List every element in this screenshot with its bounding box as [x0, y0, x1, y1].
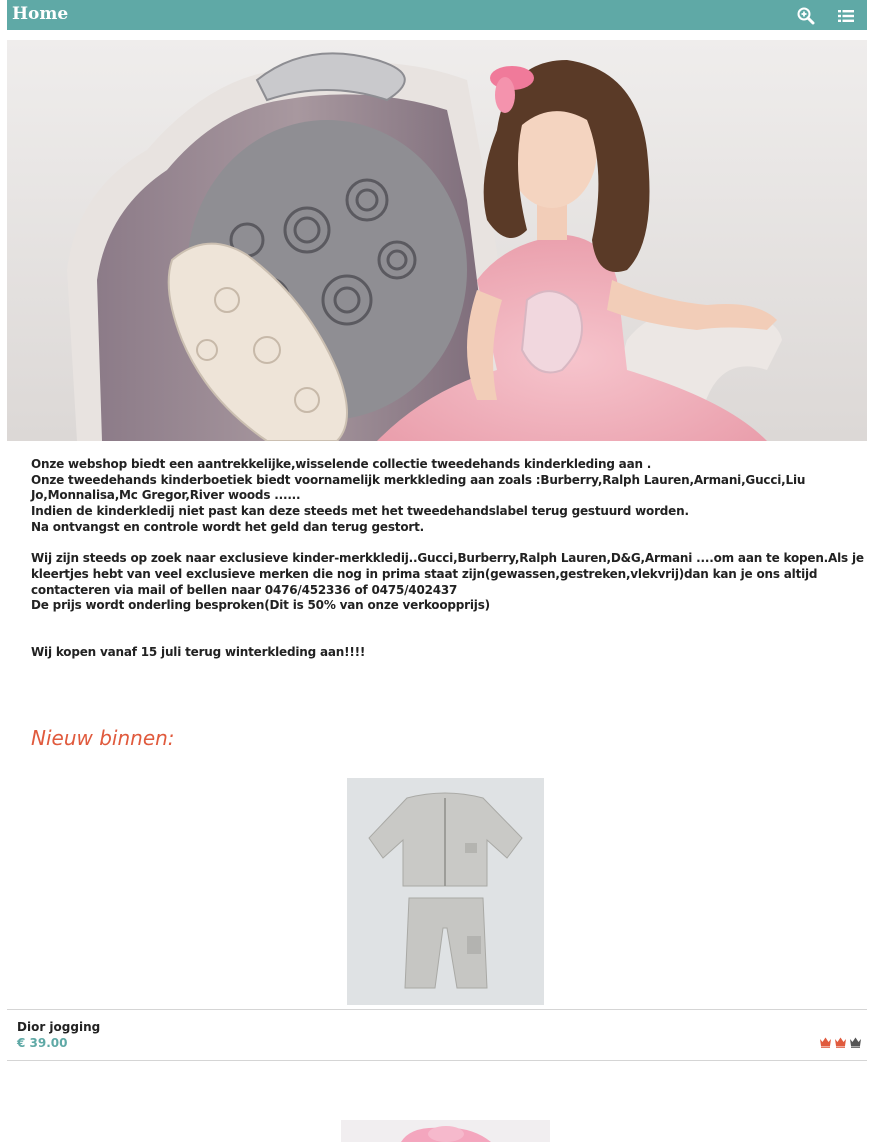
product-rating	[819, 1036, 862, 1048]
divider	[7, 1060, 867, 1061]
list-menu-icon[interactable]	[837, 7, 855, 25]
intro-line: Wij kopen vanaf 15 juli terug winterkled…	[31, 645, 366, 660]
intro-line: Onze webshop biedt een aantrekkelijke,wi…	[31, 457, 652, 471]
top-navigation-bar: Home	[7, 0, 867, 30]
intro-line: Wij zijn steeds op zoek naar exclusieve …	[31, 551, 864, 597]
zoom-in-icon[interactable]	[797, 7, 815, 25]
crown-icon	[820, 1037, 831, 1048]
page-title[interactable]: Home	[12, 4, 68, 24]
new-in-heading: Nieuw binnen:	[31, 726, 175, 750]
hero-banner-image	[7, 40, 867, 441]
intro-line: Indien de kinderkledij niet past kan dez…	[31, 504, 689, 519]
product-name[interactable]: Dior jogging	[17, 1020, 100, 1034]
crown-icon	[835, 1037, 846, 1048]
product-image[interactable]	[347, 778, 544, 1005]
intro-text: Onze webshop biedt een aantrekkelijke,wi…	[31, 457, 876, 661]
intro-line: Na ontvangst en controle wordt het geld …	[31, 519, 424, 534]
product-price: € 39.00	[17, 1036, 68, 1050]
divider	[7, 1009, 867, 1010]
intro-line: De prijs wordt onderling besproken(Dit i…	[31, 598, 490, 613]
intro-line: Onze tweedehands kinderboetiek biedt voo…	[31, 472, 806, 503]
product-image[interactable]	[341, 1120, 550, 1142]
crown-icon	[850, 1037, 861, 1048]
